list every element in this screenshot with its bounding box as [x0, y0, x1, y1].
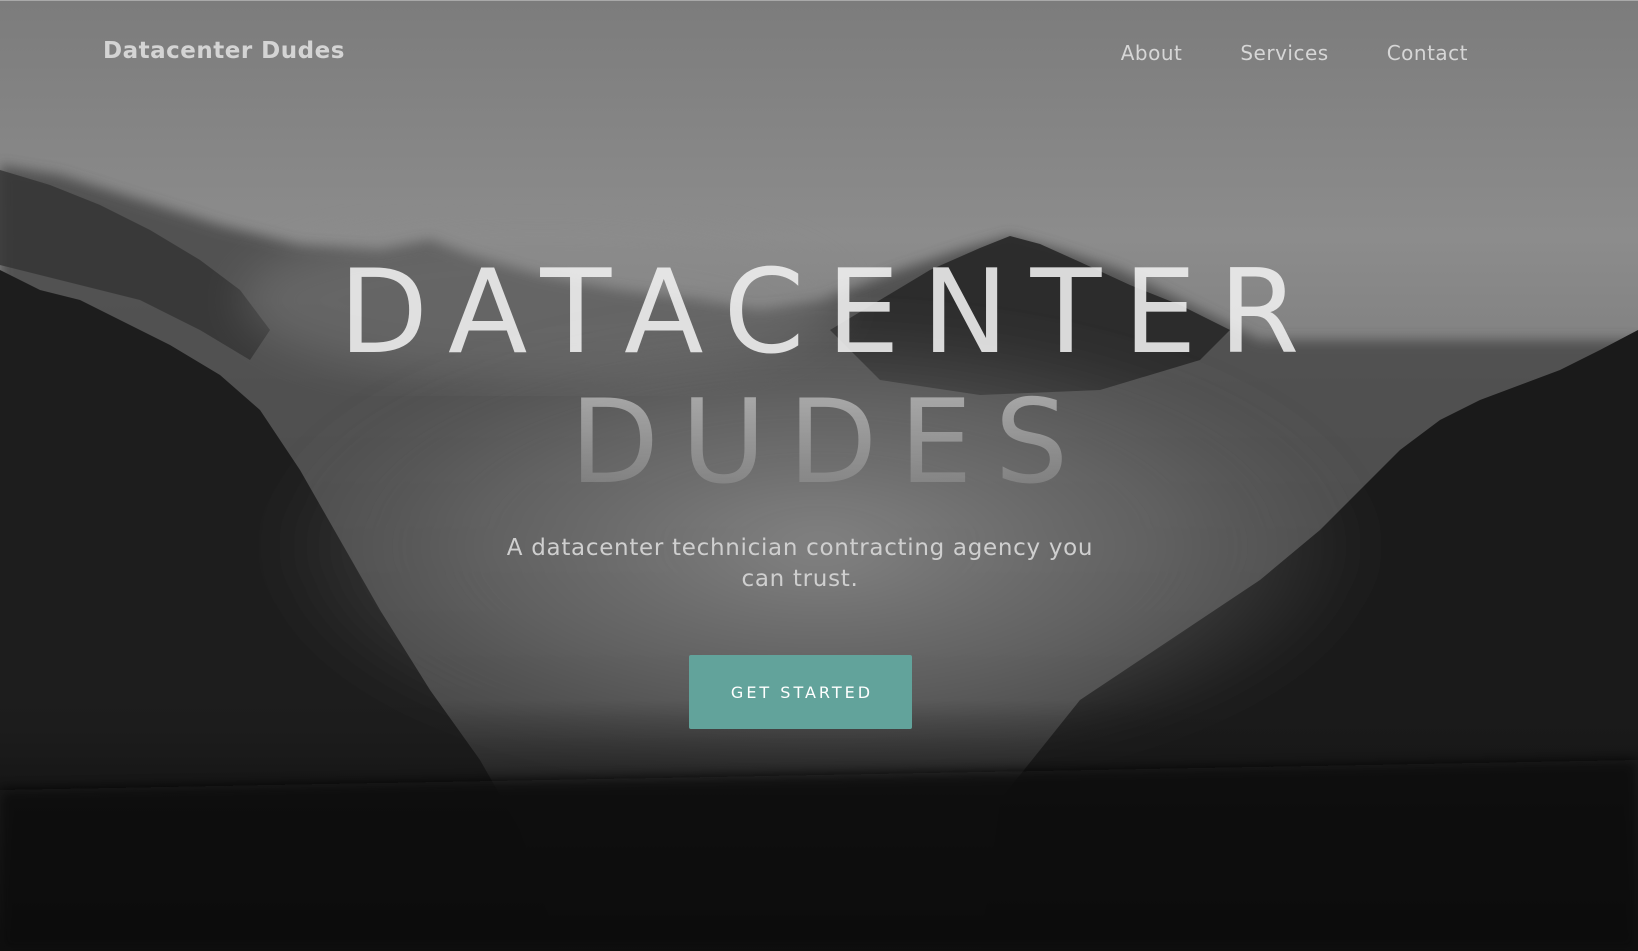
- landing-page: Datacenter Dudes About Services Contact …: [0, 0, 1638, 951]
- hero-title: DATACENTER DUDES: [0, 255, 1638, 501]
- hero-title-line-2: DUDES: [0, 385, 1638, 501]
- hero-subtitle: A datacenter technician contracting agen…: [506, 535, 1094, 592]
- hero-title-line-1: DATACENTER: [338, 245, 1322, 380]
- get-started-button[interactable]: GET STARTED: [689, 655, 912, 729]
- hero-section: DATACENTER DUDES A datacenter technician…: [0, 0, 1638, 951]
